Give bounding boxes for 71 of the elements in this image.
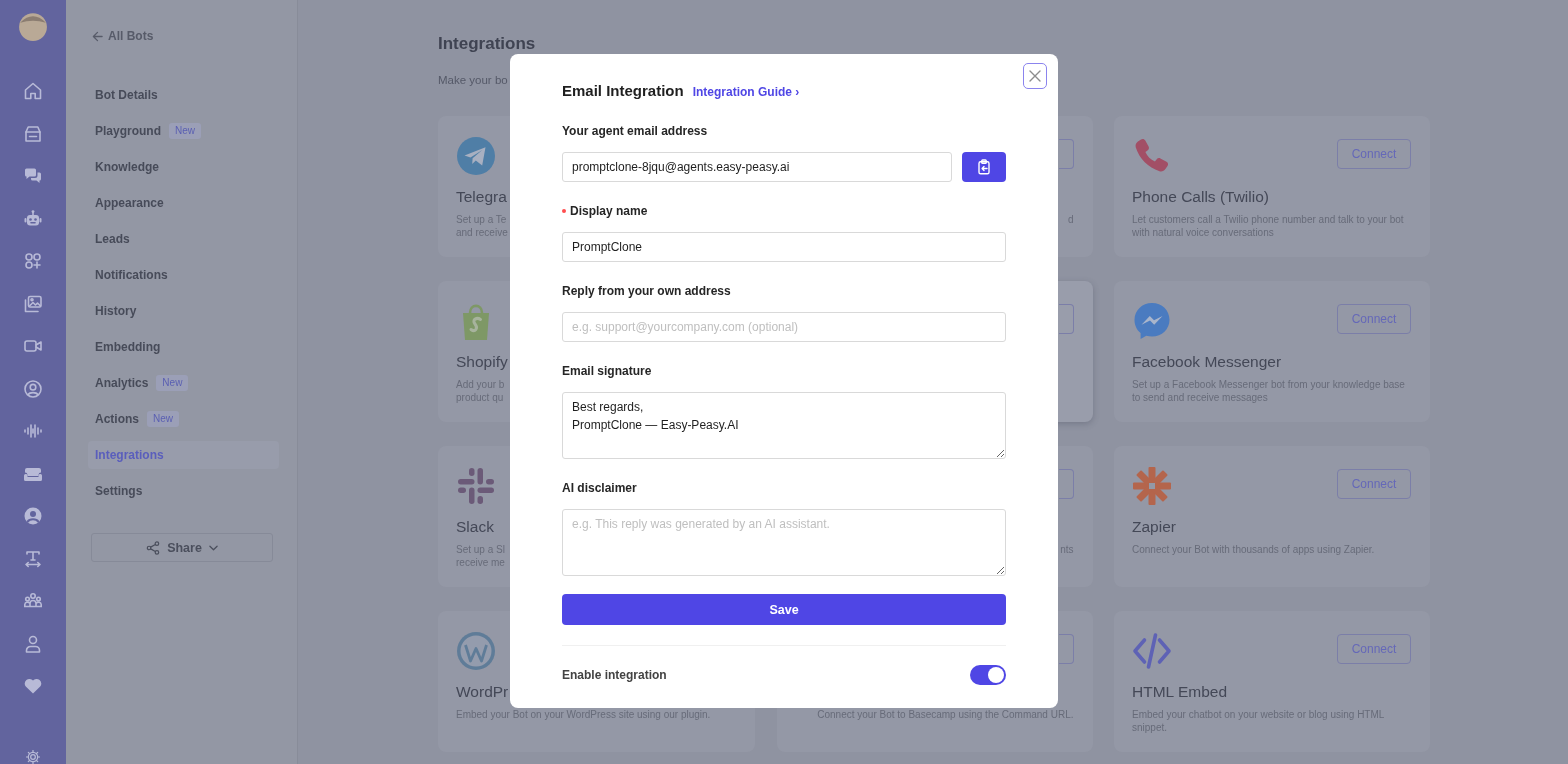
card-title: WordPr [456,682,509,702]
toggle-label: Enable integration [562,668,667,682]
close-button[interactable] [1023,63,1047,89]
nav-item[interactable]: Leads [88,225,137,253]
chat-bubble-icon [1132,301,1172,341]
text-width-icon[interactable] [24,549,42,568]
back-link[interactable]: All Bots [92,28,154,44]
robot-icon[interactable] [24,209,42,228]
feature-badge: New [169,123,202,139]
field-label: Email signature [562,364,652,378]
display-name-field[interactable]: PromptClone [562,232,1006,262]
card-title: Telegra [456,187,507,207]
nav-item[interactable]: Appearance [88,189,171,217]
copy-button[interactable] [962,152,1006,182]
nav-item[interactable]: Notifications [88,261,175,289]
email-address-field[interactable]: promptclone-8jqu@agents.easy-peasy.ai [562,152,952,182]
clipboard-icon [976,159,992,175]
nav-item[interactable]: Analytics New [88,369,196,397]
pinwheel-icon [456,466,496,506]
team-icon[interactable] [24,592,42,610]
images-icon[interactable] [24,294,42,313]
field-label: Your agent email address [562,124,708,138]
card-title: Shopify [456,352,508,372]
user-icon[interactable] [24,634,42,653]
field-label: Display name [570,204,648,218]
close-icon [1029,70,1041,82]
logo-icon[interactable] [18,11,48,41]
disclaimer-field[interactable]: e.g. This reply was generated by an AI assistant. [562,509,1006,576]
page-title: Integrations [438,35,536,53]
field-label: Reply from your own address [562,284,731,298]
share-icon [146,540,161,555]
signature-field[interactable]: Best regards, PromptClone — Easy-Peasy.AI [562,392,1006,459]
arrow-left-icon [92,30,103,42]
feature-badge: New [156,375,189,391]
modal-title: Email Integration [562,82,684,100]
save-button[interactable]: Save [562,594,1006,625]
nav-item[interactable]: Playground New [88,117,209,145]
code-icon [1132,631,1172,671]
nav-item[interactable]: Integrations [88,441,279,469]
enable-toggle[interactable] [970,665,1006,685]
settings-icon[interactable] [26,750,40,764]
share-button[interactable]: Share [91,533,273,562]
nav-item[interactable]: Bot Details [88,81,165,109]
nav-item[interactable]: Actions New [88,405,187,433]
guide-link[interactable]: Integration Guide › [692,85,800,99]
heart-icon[interactable] [24,677,42,695]
nav-item[interactable]: Settings [88,477,150,505]
video-icon[interactable] [24,337,42,355]
field-label: AI disclaimer [562,481,637,495]
chat-icon[interactable] [24,167,42,185]
feature-badge: New [147,411,180,427]
nav-item[interactable]: Knowledge [88,153,166,181]
nav-item[interactable]: Embedding [88,333,168,361]
home-icon[interactable] [24,82,42,100]
asterisk-icon [1132,466,1172,506]
inbox-icon[interactable] [24,124,42,143]
nav-item[interactable]: History [88,297,144,325]
zigzag-circle-icon [456,631,496,671]
chevron-down-icon [208,544,218,551]
reply-address-field[interactable]: e.g. support@yourcompany.com (optional) [562,312,1006,342]
apps-icon[interactable] [24,252,42,270]
card-title: HTML Embed [1132,682,1228,702]
waveform-icon[interactable] [24,422,42,440]
page-subtitle: Make your bo [438,73,508,87]
card-title: Facebook Messenger [1132,352,1282,372]
card-title: Zapier [1132,517,1176,537]
user-circle-icon[interactable] [24,379,42,398]
paper-plane-icon [456,136,496,176]
card-title: Slack [456,517,494,537]
card-title: Phone Calls (Twilio) [1132,187,1269,207]
account-icon[interactable] [24,507,42,525]
